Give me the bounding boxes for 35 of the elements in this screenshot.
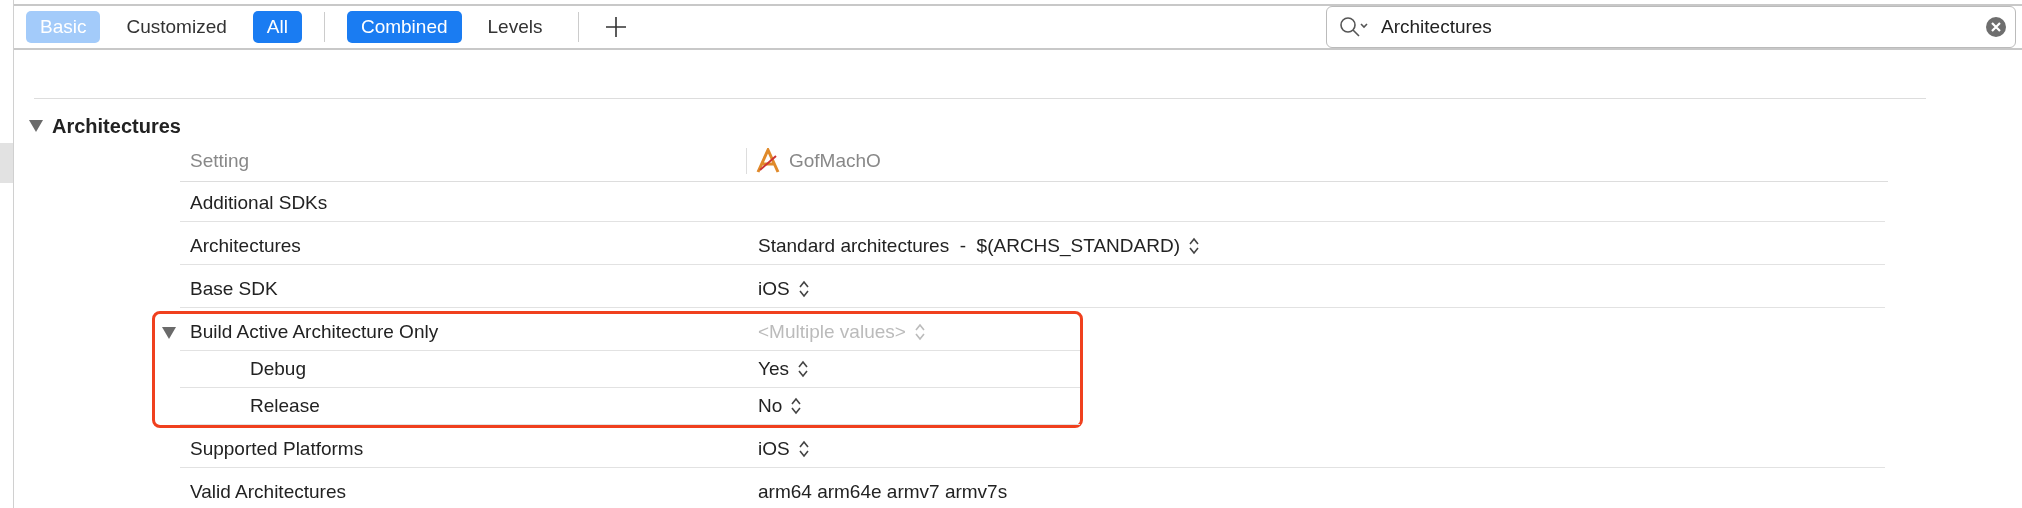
search-icon [1339,16,1369,38]
setting-value: iOS [758,438,790,460]
stepper-icon[interactable] [797,280,810,298]
filter-tab[interactable]: Combined [346,11,462,43]
stepper-icon[interactable] [797,360,809,378]
stepper-icon[interactable] [790,397,803,415]
column-header: Setting [189,150,251,172]
setting-name: Architectures [190,235,301,257]
section-title: Architectures [52,114,181,138]
setting-value: Standard architectures - $(ARCHS_STANDARD) [758,235,1180,257]
setting-value: <Multiple values> [758,321,906,343]
column-header: GofMachO [789,150,881,172]
setting-value: No [758,395,783,417]
filter-tab[interactable]: Customized [112,11,241,43]
setting-name: Base SDK [190,278,278,300]
filter-tab[interactable]: All [252,11,302,43]
filter-tab[interactable]: Levels [473,11,557,43]
sidebar-scroll-marker [0,143,13,183]
setting-name: Additional SDKs [190,192,328,214]
app-tool-icon [755,148,781,174]
setting-name: Valid Architectures [190,481,346,503]
stepper-icon[interactable] [797,440,810,458]
setting-name: Build Active Architecture Only [190,321,439,343]
stepper-icon[interactable] [1188,237,1200,255]
setting-name: Supported Platforms [190,438,364,460]
setting-value: arm64 arm64e armv7 armv7s [758,481,1008,503]
setting-value: iOS [758,278,790,300]
add-icon[interactable] [605,16,628,38]
setting-name: Debug [250,358,306,380]
search-field[interactable]: Architectures [1326,6,2016,48]
disclosure-triangle-icon[interactable] [162,327,176,339]
setting-name: Release [250,395,320,417]
setting-value: Yes [758,358,789,380]
disclosure-triangle-icon[interactable] [28,119,44,133]
clear-icon[interactable] [1985,16,2007,38]
